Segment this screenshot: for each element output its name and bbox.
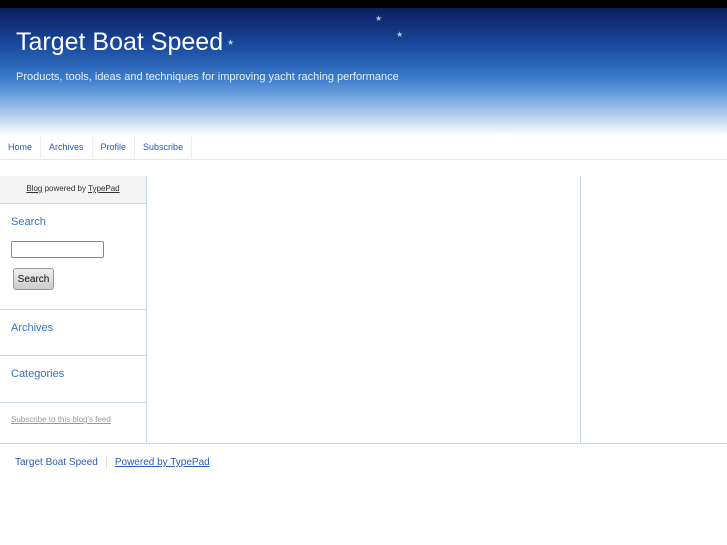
nav-profile[interactable]: Profile [93, 136, 136, 160]
archives-heading[interactable]: Archives [11, 322, 135, 334]
site-title[interactable]: Target Boat Speed [16, 28, 223, 57]
nav-bar: Home Archives Profile Subscribe [0, 136, 727, 160]
banner: ★ ★ ★ Target Boat Speed Products, tools, i… [0, 8, 727, 136]
categories-module: Categories [0, 356, 146, 403]
site-description: Products, tools, ideas and techniques fo… [16, 71, 399, 83]
nav-archives[interactable]: Archives [41, 136, 93, 160]
sidebar: Blog powered by TypePad Search Search Ar… [0, 176, 147, 443]
nav-subscribe[interactable]: Subscribe [135, 136, 193, 160]
search-module: Search Search [0, 204, 146, 310]
right-divider [580, 176, 581, 443]
subscribe-feed-link[interactable]: Subscribe to this blog's feed [0, 403, 146, 436]
search-input[interactable] [11, 241, 104, 258]
search-heading: Search [11, 216, 46, 228]
footer-site-link[interactable]: Target Boat Speed [15, 457, 107, 468]
archives-module: Archives [0, 310, 146, 356]
powered-by: Blog powered by TypePad [0, 176, 146, 204]
powered-text: powered by [42, 184, 89, 193]
footer: Target Boat Speed Powered by TypePad [0, 443, 727, 481]
search-button[interactable]: Search [13, 268, 54, 290]
categories-heading[interactable]: Categories [11, 368, 135, 380]
top-bar [0, 0, 727, 8]
nav-home[interactable]: Home [0, 136, 42, 160]
blog-link[interactable]: Blog [26, 184, 42, 193]
typepad-link[interactable]: TypePad [88, 184, 120, 193]
footer-powered-link[interactable]: Powered by TypePad [115, 457, 210, 468]
